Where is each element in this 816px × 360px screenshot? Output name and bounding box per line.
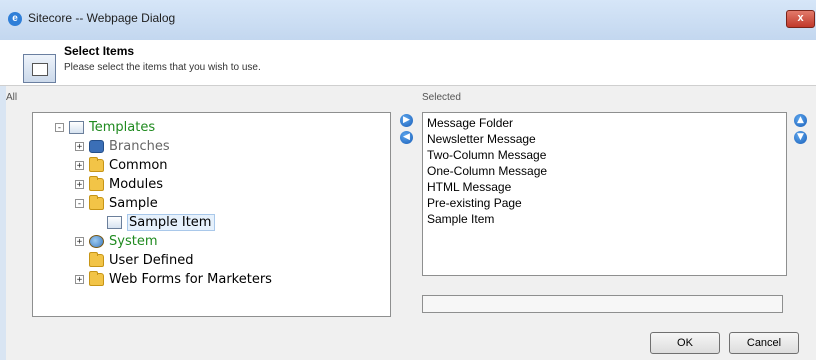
expand-toggle[interactable]: + — [75, 141, 84, 151]
tree-node-label: Branches — [109, 138, 170, 154]
tree-node-templates[interactable]: - Templates — [55, 118, 155, 136]
item-details-box — [422, 295, 783, 313]
template-doc-icon — [69, 120, 84, 134]
tree-node-label: Common — [109, 157, 168, 173]
ok-button[interactable]: OK — [650, 332, 720, 354]
title-bar: e Sitecore -- Webpage Dialog x — [0, 0, 816, 41]
all-label: All — [6, 92, 18, 103]
list-item[interactable]: Sample Item — [427, 211, 782, 227]
internet-explorer-icon: e — [8, 12, 22, 26]
tree-panel[interactable]: - Templates + Branches + Common + Module… — [32, 112, 391, 317]
dialog-subtitle: Please select the items that you wish to… — [64, 62, 261, 73]
template-doc-icon — [107, 215, 122, 229]
tree-node-sample[interactable]: - Sample — [75, 194, 158, 212]
close-button[interactable]: x — [786, 10, 815, 28]
arrow-down-circle-icon[interactable]: ▼ — [794, 131, 807, 144]
tree-node-label: Sample — [109, 195, 158, 211]
expand-toggle[interactable]: + — [75, 179, 84, 189]
list-item[interactable]: One-Column Message — [427, 163, 782, 179]
list-item[interactable]: HTML Message — [427, 179, 782, 195]
folder-icon — [89, 251, 104, 267]
tree-node-system[interactable]: + System — [75, 232, 157, 250]
tree-node-branches[interactable]: + Branches — [75, 137, 170, 155]
tree-node-user-defined[interactable]: User Defined — [75, 251, 193, 269]
tree-node-common[interactable]: + Common — [75, 156, 168, 174]
collapse-toggle[interactable]: - — [75, 198, 84, 208]
select-items-icon — [23, 54, 56, 83]
tree-node-sample-item[interactable]: Sample Item — [107, 213, 216, 231]
tree-node-label: User Defined — [109, 252, 194, 268]
list-item[interactable]: Two-Column Message — [427, 147, 782, 163]
window-title: Sitecore -- Webpage Dialog — [28, 11, 176, 25]
selected-items-list[interactable]: Message Folder Newsletter Message Two-Co… — [422, 112, 787, 276]
dialog-content: All Selected - Templates + Branches + Co… — [0, 86, 816, 360]
arrow-right-circle-icon[interactable]: ▶ — [400, 114, 413, 127]
selected-label: Selected — [422, 92, 461, 103]
collapse-toggle[interactable]: - — [55, 122, 64, 132]
system-folder-icon — [89, 234, 104, 248]
cancel-button[interactable]: Cancel — [729, 332, 799, 354]
tree-node-label: Sample Item — [127, 213, 216, 231]
tree-node-modules[interactable]: + Modules — [75, 175, 163, 193]
list-item[interactable]: Pre-existing Page — [427, 195, 782, 211]
dialog-title: Select Items — [64, 44, 135, 58]
folder-icon — [89, 270, 104, 286]
folder-icon — [89, 194, 104, 210]
tree-node-web-forms[interactable]: + Web Forms for Marketers — [75, 270, 272, 288]
dialog-header: Select Items Please select the items tha… — [0, 40, 816, 86]
folder-icon — [89, 175, 104, 191]
list-item[interactable]: Message Folder — [427, 115, 782, 131]
tree-node-label: Web Forms for Marketers — [109, 271, 272, 287]
tree-node-label: Templates — [89, 119, 156, 135]
tree-node-label: Modules — [109, 176, 164, 192]
branch-icon — [89, 139, 104, 153]
expand-toggle[interactable]: + — [75, 236, 84, 246]
folder-icon — [89, 156, 104, 172]
list-item[interactable]: Newsletter Message — [427, 131, 782, 147]
tree-node-label: System — [109, 233, 158, 249]
expand-toggle[interactable]: + — [75, 274, 84, 284]
expand-toggle[interactable]: + — [75, 160, 84, 170]
arrow-left-circle-icon[interactable]: ◀ — [400, 131, 413, 144]
arrow-up-circle-icon[interactable]: ▲ — [794, 114, 807, 127]
